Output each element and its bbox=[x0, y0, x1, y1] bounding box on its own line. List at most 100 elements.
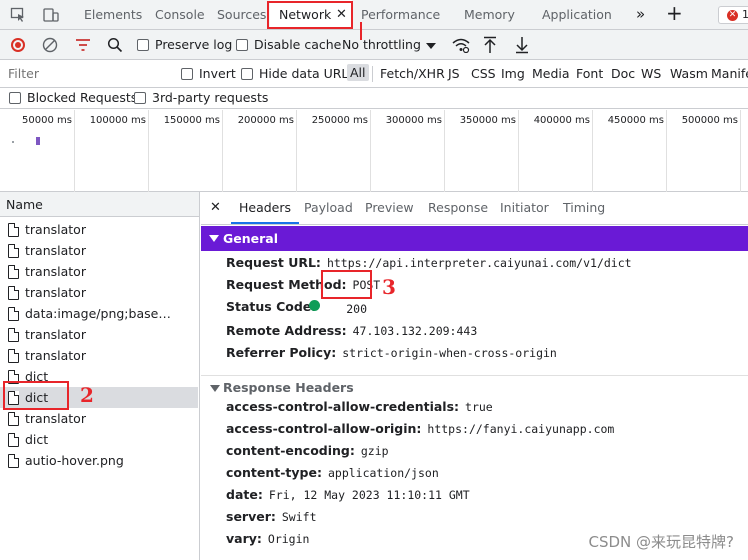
search-icon[interactable] bbox=[107, 37, 123, 53]
record-icon[interactable] bbox=[11, 38, 25, 52]
export-har-icon[interactable] bbox=[515, 36, 529, 54]
header-key: date: bbox=[226, 487, 263, 502]
response-headers-section-header[interactable]: Response Headers bbox=[201, 375, 748, 399]
chevron-down-icon[interactable] bbox=[426, 43, 436, 49]
more-tabs-icon[interactable]: » bbox=[636, 5, 645, 23]
list-item[interactable]: translator bbox=[0, 261, 198, 282]
error-badge[interactable]: ✕ 1 bbox=[718, 6, 748, 24]
add-tab-icon[interactable]: + bbox=[666, 1, 683, 25]
type-filter-manifest[interactable]: Manife bbox=[711, 66, 748, 81]
tab-response[interactable]: Response bbox=[428, 192, 488, 224]
list-item[interactable]: translator bbox=[0, 345, 198, 366]
annotation-box-post bbox=[321, 270, 372, 299]
type-filter-fetch-xhr[interactable]: Fetch/XHR bbox=[380, 66, 445, 81]
filter-input[interactable] bbox=[2, 63, 172, 84]
throttling-select[interactable]: No throttling bbox=[342, 37, 421, 52]
close-detail-icon[interactable]: ✕ bbox=[210, 200, 221, 215]
annotation-box-dict bbox=[3, 381, 69, 410]
header-value: Fri, 12 May 2023 11:10:11 GMT bbox=[268, 488, 470, 502]
request-url-row: Request URL: https://api.interpreter.caiy… bbox=[226, 255, 632, 270]
timeline-gridline bbox=[666, 110, 667, 192]
remote-address-row: Remote Address: 47.103.132.209:443 bbox=[226, 323, 477, 338]
device-toolbar-icon[interactable] bbox=[43, 7, 59, 23]
network-conditions-icon[interactable] bbox=[452, 37, 470, 53]
timeline-tick-label: 200000 ms bbox=[237, 115, 294, 126]
tab-headers[interactable]: Headers bbox=[231, 192, 300, 224]
tab-performance[interactable]: Performance bbox=[361, 0, 440, 29]
triangle-down-icon bbox=[210, 385, 220, 392]
general-section-header[interactable]: General bbox=[201, 226, 748, 251]
timeline-tick-label: 150000 ms bbox=[163, 115, 220, 126]
list-item[interactable]: data:image/png;base… bbox=[0, 303, 198, 324]
list-item[interactable]: translator bbox=[0, 219, 198, 240]
invert-checkbox[interactable] bbox=[181, 68, 193, 80]
timeline-tick-label: 400000 ms bbox=[533, 115, 590, 126]
list-item-label: translator bbox=[25, 411, 86, 426]
file-icon bbox=[8, 433, 19, 447]
inspect-element-icon[interactable] bbox=[10, 7, 26, 23]
filter-icon[interactable] bbox=[75, 38, 91, 52]
file-icon bbox=[8, 328, 19, 342]
type-filter-doc[interactable]: Doc bbox=[611, 66, 635, 81]
request-detail-panel: ✕ Headers Payload Preview Response Initi… bbox=[201, 192, 748, 560]
list-item[interactable]: dict bbox=[0, 429, 198, 450]
overview-timeline[interactable]: 50000 ms 100000 ms 150000 ms 200000 ms 2… bbox=[0, 110, 748, 192]
name-column-header[interactable]: Name bbox=[0, 192, 199, 217]
response-headers-title: Response Headers bbox=[223, 380, 354, 395]
tab-memory[interactable]: Memory bbox=[464, 0, 515, 29]
status-code-row: Status Code: 200 bbox=[226, 299, 367, 316]
tab-initiator[interactable]: Initiator bbox=[500, 192, 549, 224]
request-list: Name translator translator translator tr… bbox=[0, 192, 200, 560]
type-filter-font[interactable]: Font bbox=[576, 66, 603, 81]
timeline-gridline bbox=[444, 110, 445, 192]
tab-timing[interactable]: Timing bbox=[563, 192, 605, 224]
type-filter-css[interactable]: CSS bbox=[471, 66, 496, 81]
type-filter-js[interactable]: JS bbox=[448, 66, 460, 81]
disable-cache-checkbox[interactable] bbox=[236, 39, 248, 51]
list-item-label: translator bbox=[25, 348, 86, 363]
timeline-request-bar bbox=[36, 137, 40, 145]
tab-sources[interactable]: Sources bbox=[217, 0, 266, 29]
import-har-icon[interactable] bbox=[483, 36, 497, 54]
third-party-checkbox[interactable] bbox=[134, 92, 146, 104]
hide-data-urls-checkbox[interactable] bbox=[241, 68, 253, 80]
list-item[interactable]: autio-hover.png bbox=[0, 450, 198, 471]
clear-icon[interactable] bbox=[42, 37, 58, 53]
preserve-log-checkbox[interactable] bbox=[137, 39, 149, 51]
header-key: Referrer Policy: bbox=[226, 345, 337, 360]
timeline-tick-label: 500000 ms bbox=[681, 115, 738, 126]
list-item-label: translator bbox=[25, 285, 86, 300]
header-key: content-type: bbox=[226, 465, 322, 480]
divider bbox=[372, 66, 373, 82]
header-key: Status Code: bbox=[226, 299, 317, 314]
network-toolbar: Preserve log Disable cache No throttling bbox=[0, 30, 748, 60]
header-value: https://api.interpreter.caiyunai.com/v1/… bbox=[326, 256, 632, 270]
tab-application[interactable]: Application bbox=[542, 0, 612, 29]
type-filter-img[interactable]: Img bbox=[501, 66, 525, 81]
list-item[interactable]: translator bbox=[0, 408, 198, 429]
type-filter-all[interactable]: All bbox=[347, 64, 369, 81]
disable-cache-label: Disable cache bbox=[254, 37, 342, 52]
third-party-label: 3rd-party requests bbox=[152, 90, 269, 105]
tab-console[interactable]: Console bbox=[155, 0, 205, 29]
tab-payload[interactable]: Payload bbox=[304, 192, 353, 224]
list-item[interactable]: translator bbox=[0, 240, 198, 261]
list-item[interactable]: translator bbox=[0, 282, 198, 303]
tab-preview[interactable]: Preview bbox=[365, 192, 414, 224]
tab-elements[interactable]: Elements bbox=[84, 0, 142, 29]
list-item[interactable]: translator bbox=[0, 324, 198, 345]
blocked-requests-checkbox[interactable] bbox=[9, 92, 21, 104]
error-icon: ✕ bbox=[727, 10, 738, 21]
response-header-row: content-encoding: gzip bbox=[226, 443, 389, 458]
list-item-label: translator bbox=[25, 222, 86, 237]
timeline-gridline bbox=[370, 110, 371, 192]
annotation-mark-2: 2 bbox=[80, 383, 94, 407]
type-filter-ws[interactable]: WS bbox=[641, 66, 661, 81]
response-header-row: server: Swift bbox=[226, 509, 317, 524]
blocked-requests-label: Blocked Requests bbox=[27, 90, 138, 105]
type-filter-wasm[interactable]: Wasm bbox=[670, 66, 708, 81]
type-filter-media[interactable]: Media bbox=[532, 66, 570, 81]
response-header-row: content-type: application/json bbox=[226, 465, 439, 480]
header-key: access-control-allow-origin: bbox=[226, 421, 422, 436]
detail-tabbar: ✕ Headers Payload Preview Response Initi… bbox=[201, 192, 748, 225]
